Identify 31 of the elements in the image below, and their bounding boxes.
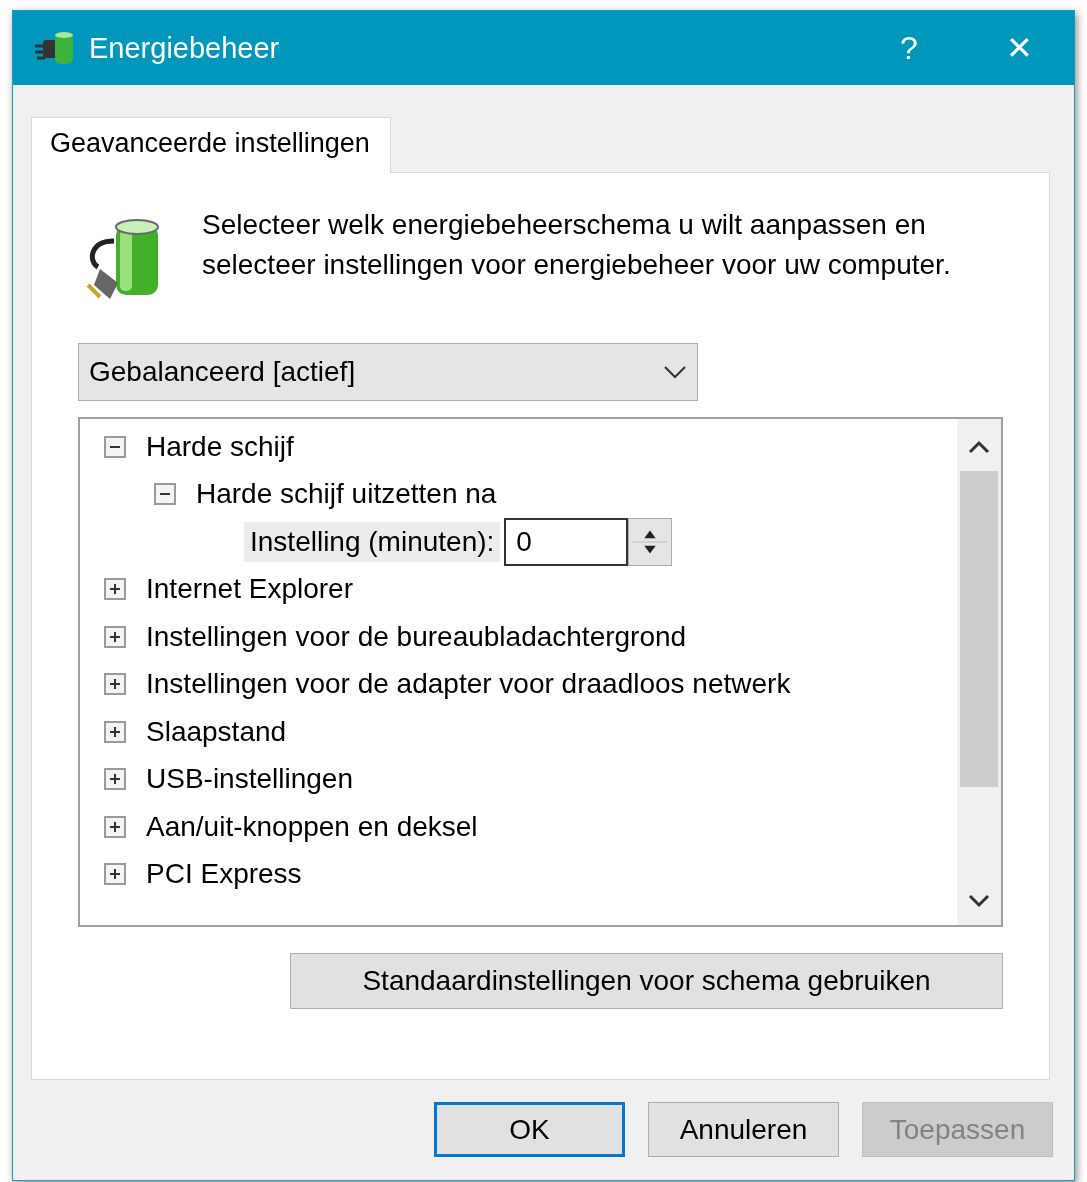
expand-icon[interactable] xyxy=(104,625,126,648)
chevron-down-icon xyxy=(663,365,687,379)
expand-icon[interactable] xyxy=(104,863,126,886)
scrollbar[interactable] xyxy=(957,419,1001,925)
tree-item[interactable]: Slaapstand xyxy=(146,715,287,748)
expand-icon[interactable] xyxy=(104,768,126,791)
expand-icon[interactable] xyxy=(104,578,126,601)
expand-icon[interactable] xyxy=(104,815,126,838)
dialog-button[interactable]: OK xyxy=(434,1102,625,1157)
expand-icon[interactable] xyxy=(104,720,126,743)
tree-item[interactable]: Internet Explorer xyxy=(146,573,353,606)
tree-item[interactable]: Harde schijf xyxy=(146,430,294,463)
tree-item[interactable]: PCI Express xyxy=(146,858,302,891)
window-title: Energiebeheer xyxy=(89,31,281,65)
tab[interactable]: Geavanceerde instellingen xyxy=(31,117,391,173)
expand-icon[interactable] xyxy=(104,673,126,696)
plan-dropdown[interactable]: Gebalanceerd [actief] xyxy=(78,343,698,401)
tree-item[interactable]: Instellingen voor de bureaubladachtergrond xyxy=(146,620,687,653)
setting-label: Instelling (minuten): xyxy=(244,521,501,562)
tree-item[interactable]: USB-instellingen xyxy=(146,763,353,796)
scroll-thumb[interactable] xyxy=(960,471,998,787)
collapse-icon[interactable] xyxy=(154,483,176,506)
restore-defaults-button[interactable]: Standaardinstellingen voor schema gebruiken xyxy=(290,953,1003,1009)
tree-item[interactable]: Aan/uit-knoppen en deksel xyxy=(146,810,478,843)
description: Selecteer welk energiebeheerschema u wilt aanpassen en selecteer instellingen voor energiebeheer voor uw computer. xyxy=(202,208,952,282)
tree-item[interactable]: Instellingen voor de adapter voor draadloos netwerk xyxy=(146,668,791,701)
tree-item[interactable]: Harde schijf uitzetten na xyxy=(196,478,497,511)
dialog-button[interactable]: Annuleren xyxy=(648,1102,839,1157)
collapse-icon[interactable] xyxy=(104,435,126,458)
minutes-field[interactable]: 0 xyxy=(504,517,629,566)
spinner-icon[interactable] xyxy=(628,517,673,566)
